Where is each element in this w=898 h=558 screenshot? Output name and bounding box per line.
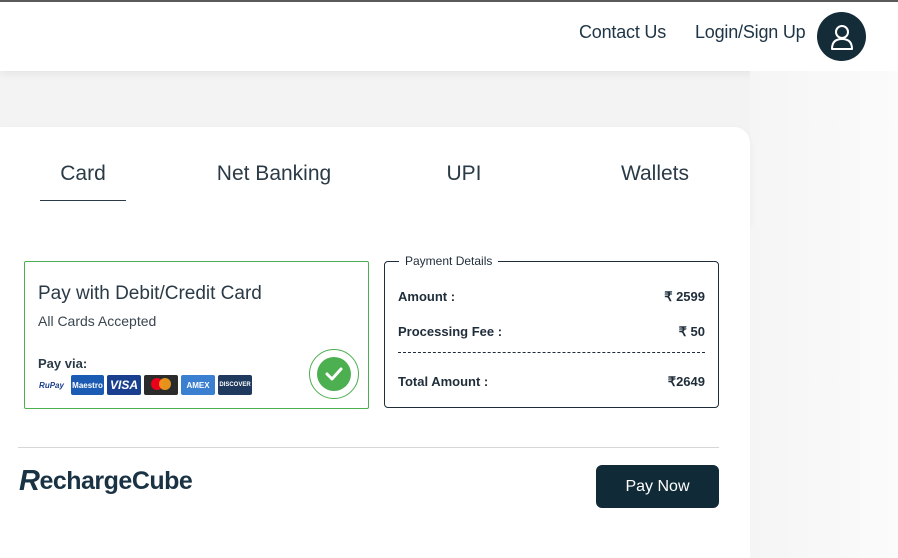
- mastercard-logo: [144, 375, 178, 395]
- selected-indicator: [309, 349, 359, 399]
- processing-fee-value: ₹ 50: [678, 324, 705, 339]
- total-amount-label: Total Amount :: [398, 374, 489, 389]
- tab-card[interactable]: Card: [40, 162, 126, 186]
- amount-label: Amount :: [398, 289, 456, 304]
- user-icon: [830, 24, 853, 50]
- contact-us-link[interactable]: Contact Us: [579, 22, 666, 43]
- maestro-logo: Maestro: [71, 375, 104, 395]
- details-divider: [398, 352, 705, 353]
- payment-details-legend: Payment Details: [399, 254, 499, 268]
- tab-upi[interactable]: UPI: [430, 162, 498, 186]
- login-signup-link[interactable]: Login/Sign Up: [695, 22, 806, 43]
- page-background: [750, 71, 898, 558]
- card-option-subtitle: All Cards Accepted: [38, 313, 157, 329]
- amex-logo: AMEX: [181, 375, 215, 395]
- tab-wallets[interactable]: Wallets: [605, 162, 705, 186]
- amount-value: ₹ 2599: [664, 289, 705, 304]
- brand-initial: R: [19, 465, 40, 497]
- total-amount-value: ₹2649: [667, 374, 705, 389]
- card-payment-option[interactable]: Pay with Debit/Credit Card All Cards Acc…: [24, 261, 369, 409]
- card-network-logos: RuPay Maestro VISA AMEX DISCOVER: [35, 375, 252, 395]
- processing-fee-label: Processing Fee :: [398, 324, 503, 339]
- tab-net-banking[interactable]: Net Banking: [205, 162, 343, 186]
- mastercard-circles-icon: [151, 378, 171, 390]
- rupay-logo: RuPay: [35, 375, 68, 395]
- payment-details-box: Payment Details Amount : ₹ 2599 Processi…: [384, 254, 719, 408]
- visa-logo: VISA: [107, 375, 141, 395]
- payment-method-tabs: Card Net Banking UPI Wallets: [0, 127, 750, 223]
- pay-now-button[interactable]: Pay Now: [596, 465, 719, 508]
- card-option-title: Pay with Debit/Credit Card: [38, 283, 262, 304]
- top-header: Contact Us Login/Sign Up: [0, 2, 898, 71]
- footer-divider: [18, 447, 719, 448]
- pay-via-label: Pay via:: [38, 356, 88, 371]
- active-tab-indicator: [40, 200, 126, 201]
- user-avatar-button[interactable]: [817, 12, 866, 61]
- brand-logo: R echargeCube: [19, 465, 193, 498]
- brand-name: echargeCube: [39, 467, 193, 495]
- check-icon: [317, 357, 351, 391]
- discover-logo: DISCOVER: [218, 375, 252, 395]
- payment-panel: Pay with Debit/Credit Card All Cards Acc…: [0, 223, 750, 558]
